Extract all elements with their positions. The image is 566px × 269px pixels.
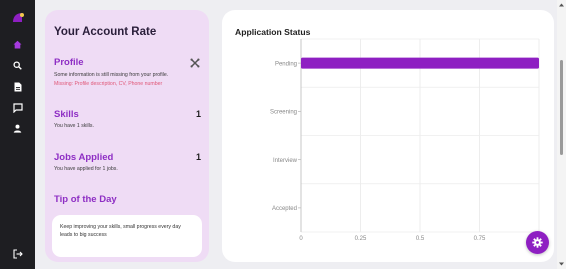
sidebar [0, 0, 35, 269]
close-icon[interactable] [190, 55, 200, 68]
chart-y-tick-label: Interview [273, 158, 298, 164]
chat-icon[interactable] [0, 99, 35, 117]
jobs-applied-count: 1 [195, 152, 201, 162]
skills-count: 1 [195, 109, 201, 119]
profile-section-title: Profile [54, 57, 84, 68]
chart-x-tick-label: 0.25 [355, 236, 367, 242]
scrollbar-thumb[interactable] [560, 60, 563, 155]
tip-of-the-day-title: Tip of the Day [54, 194, 117, 205]
jobs-applied-text: You have applied for 1 jobs. [54, 166, 118, 172]
settings-button[interactable] [526, 231, 549, 254]
application-status-card: Application Status 00.250.50.751PendingS… [222, 10, 554, 262]
chart-y-tick-label: Pending [275, 61, 297, 67]
profile-missing-fields: Missing: Profile description, CV, Phone … [54, 81, 163, 87]
chart-x-tick-label: 0 [299, 236, 303, 242]
chart-y-tick-label: Accepted [272, 206, 297, 212]
account-rate-card: Your Account Rate Profile Some informati… [45, 10, 209, 262]
skills-text: You have 1 skills. [54, 123, 94, 129]
tip-of-the-day-box: Keep improving your skills, small progre… [52, 215, 202, 257]
logout-icon[interactable] [0, 245, 35, 263]
document-icon[interactable] [0, 78, 35, 96]
gear-icon [532, 237, 543, 248]
chart-bar [301, 57, 539, 69]
chart-x-tick-label: 0.75 [474, 236, 486, 242]
tip-text: Keep improving your skills, small progre… [60, 224, 181, 238]
account-rate-title: Your Account Rate [54, 26, 157, 38]
main-content: Your Account Rate Profile Some informati… [35, 0, 566, 269]
search-icon[interactable] [0, 56, 35, 74]
scroll-up-icon[interactable] [558, 2, 565, 8]
application-status-chart: 00.250.50.751PendingScreeningInterviewAc… [270, 38, 541, 242]
user-icon[interactable] [0, 119, 35, 137]
scroll-down-icon[interactable] [558, 261, 565, 267]
app-logo-icon[interactable] [0, 9, 35, 27]
skills-section-title: Skills [54, 109, 79, 120]
page-scrollbar[interactable] [557, 0, 566, 269]
home-icon[interactable] [0, 35, 35, 53]
chart-y-tick-label: Screening [270, 110, 297, 116]
jobs-applied-section-title: Jobs Applied [54, 152, 114, 163]
chart-x-tick-label: 0.5 [416, 236, 425, 242]
profile-note: Some information is still missing from y… [54, 72, 169, 78]
